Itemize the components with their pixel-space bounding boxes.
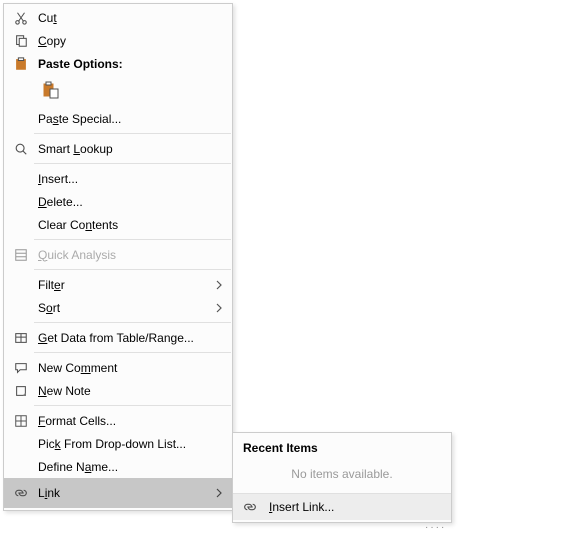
menu-label: Copy [32, 34, 226, 48]
menu-item-copy[interactable]: Copy [4, 29, 232, 52]
menu-item-format-cells[interactable]: Format Cells... [4, 409, 232, 432]
submenu-header: Recent Items [233, 433, 451, 461]
menu-label: Get Data from Table/Range... [32, 331, 226, 345]
submenu-item-insert-link[interactable]: Insert Link... [233, 494, 451, 520]
link-submenu: Recent Items No items available. Insert … [232, 432, 452, 523]
paste-default-button[interactable] [38, 77, 64, 103]
paste-icon [10, 57, 32, 71]
submenu-empty-text: No items available. [233, 461, 451, 493]
comment-icon [10, 361, 32, 375]
menu-item-new-note[interactable]: New Note [4, 379, 232, 402]
menu-label: Insert Link... [261, 500, 445, 514]
menu-item-cut[interactable]: Cut [4, 6, 232, 29]
menu-label: Quick Analysis [32, 248, 226, 262]
context-menu: Cut Copy Paste Options: [3, 3, 233, 511]
chevron-right-icon [212, 303, 226, 313]
menu-item-get-data[interactable]: Get Data from Table/Range... [4, 326, 232, 349]
paste-options-row [4, 75, 232, 107]
cut-icon [10, 11, 32, 25]
menu-label: Smart Lookup [32, 142, 226, 156]
link-icon [10, 486, 32, 500]
menu-label: New Comment [32, 361, 226, 375]
menu-separator [34, 163, 231, 164]
menu-label: Cut [32, 11, 226, 25]
quick-analysis-icon [10, 248, 32, 262]
chevron-right-icon [212, 280, 226, 290]
resize-grip[interactable]: ···· [425, 522, 446, 533]
format-cells-icon [10, 414, 32, 428]
menu-separator [34, 133, 231, 134]
menu-item-filter[interactable]: Filter [4, 273, 232, 296]
chevron-right-icon [212, 488, 226, 498]
menu-label: Delete... [32, 195, 226, 209]
menu-label: Define Name... [32, 460, 226, 474]
menu-label: Format Cells... [32, 414, 226, 428]
menu-label: Pick From Drop-down List... [32, 437, 226, 451]
menu-item-clear-contents[interactable]: Clear Contents [4, 213, 232, 236]
menu-label: Insert... [32, 172, 226, 186]
menu-item-sort[interactable]: Sort [4, 296, 232, 319]
smart-lookup-icon [10, 142, 32, 156]
menu-label: New Note [32, 384, 226, 398]
menu-item-quick-analysis: Quick Analysis [4, 243, 232, 266]
copy-icon [10, 34, 32, 48]
menu-separator [34, 322, 231, 323]
menu-item-new-comment[interactable]: New Comment [4, 356, 232, 379]
menu-item-delete[interactable]: Delete... [4, 190, 232, 213]
menu-item-pick-list[interactable]: Pick From Drop-down List... [4, 432, 232, 455]
menu-separator [34, 239, 231, 240]
table-icon [10, 331, 32, 345]
menu-label: Sort [32, 301, 212, 315]
menu-separator [34, 352, 231, 353]
link-icon [239, 500, 261, 514]
menu-label: Paste Options: [32, 57, 226, 71]
menu-label: Link [32, 486, 212, 500]
menu-separator [34, 405, 231, 406]
menu-item-define-name[interactable]: Define Name... [4, 455, 232, 478]
menu-item-insert[interactable]: Insert... [4, 167, 232, 190]
note-icon [10, 384, 32, 398]
menu-item-paste-options: Paste Options: [4, 52, 232, 75]
menu-item-paste-special[interactable]: Paste Special... [4, 107, 232, 130]
menu-label: Clear Contents [32, 218, 226, 232]
menu-label: Filter [32, 278, 212, 292]
menu-item-smart-lookup[interactable]: Smart Lookup [4, 137, 232, 160]
menu-separator [34, 269, 231, 270]
menu-label: Paste Special... [32, 112, 226, 126]
menu-item-link[interactable]: Link [4, 478, 232, 508]
